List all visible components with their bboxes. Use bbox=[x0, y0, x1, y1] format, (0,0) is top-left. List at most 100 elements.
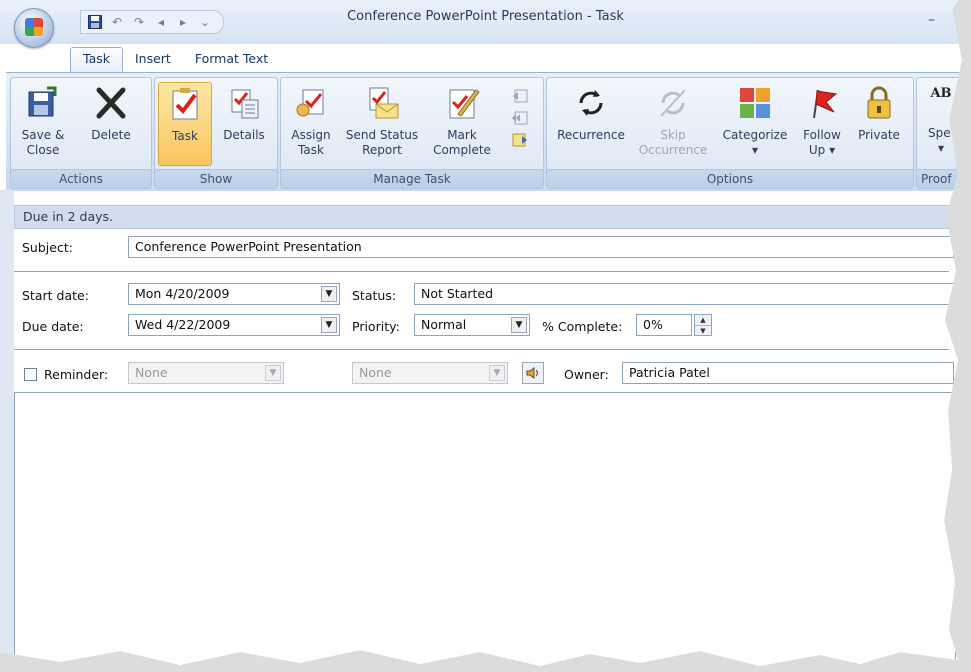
minimize-button[interactable]: – bbox=[928, 12, 944, 28]
flag-icon bbox=[813, 89, 838, 119]
group-proofing: AB Spel ▾ Proof bbox=[916, 77, 962, 189]
spin-up-icon[interactable]: ▲ bbox=[695, 315, 711, 326]
chevron-down-icon[interactable]: ▼ bbox=[321, 317, 337, 333]
spelling-icon: AB bbox=[930, 86, 952, 101]
tab-task[interactable]: Task bbox=[70, 47, 123, 72]
mark-complete-label-1: Mark bbox=[447, 128, 477, 142]
due-date-picker[interactable]: Wed 4/22/2009 ▼ bbox=[128, 314, 340, 336]
group-label-proofing: Proof bbox=[917, 169, 962, 188]
details-label: Details bbox=[223, 128, 265, 142]
due-date-value: Wed 4/22/2009 bbox=[135, 317, 231, 332]
form-separator bbox=[14, 271, 949, 272]
reply-icon[interactable] bbox=[511, 88, 529, 104]
delete-x-icon bbox=[96, 87, 126, 119]
details-button[interactable]: Details bbox=[217, 82, 271, 143]
status-label: Status: bbox=[352, 288, 397, 303]
subject-input[interactable]: Conference PowerPoint Presentation bbox=[128, 236, 954, 258]
speaker-icon bbox=[526, 367, 538, 379]
status-select[interactable]: Not Started bbox=[414, 283, 954, 305]
task-view-button[interactable]: Task bbox=[158, 82, 212, 166]
categorize-dropdown-glyph: ▾ bbox=[751, 143, 758, 157]
send-status-label-2: Report bbox=[362, 143, 402, 157]
percent-complete-spinner[interactable]: ▲ ▼ bbox=[694, 314, 712, 336]
mark-complete-icon bbox=[449, 89, 480, 119]
categorize-icon bbox=[740, 88, 770, 118]
reminder-date-picker[interactable]: None ▼ bbox=[128, 362, 284, 384]
owner-label: Owner: bbox=[564, 367, 609, 382]
window-title: Conference PowerPoint Presentation - Tas… bbox=[347, 9, 624, 24]
subject-label: Subject: bbox=[22, 240, 73, 255]
percent-complete-input[interactable]: 0% bbox=[636, 314, 692, 336]
task-view-label: Task bbox=[172, 129, 198, 143]
office-button[interactable] bbox=[14, 8, 54, 48]
assign-task-button[interactable]: Assign Task bbox=[285, 82, 337, 158]
ribbon-tabs: Task Insert Format Text bbox=[70, 44, 280, 72]
private-button[interactable]: Private bbox=[851, 82, 907, 143]
private-label: Private bbox=[858, 128, 900, 142]
priority-label: Priority: bbox=[352, 319, 400, 334]
delete-button[interactable]: Delete bbox=[83, 82, 139, 143]
recurrence-button[interactable]: Recurrence bbox=[551, 82, 631, 143]
group-options: Recurrence SkipOccurrence Categorize▾ bbox=[546, 77, 914, 189]
save-close-label-1: Save & bbox=[21, 128, 65, 142]
group-label-actions: Actions bbox=[11, 169, 151, 188]
save-close-icon bbox=[28, 86, 57, 117]
send-status-report-button[interactable]: Send Status Report bbox=[339, 82, 425, 158]
assign-label-2: Task bbox=[298, 143, 324, 157]
chevron-down-icon[interactable]: ▼ bbox=[321, 286, 337, 302]
window-frame-left bbox=[0, 190, 14, 666]
task-window: ↶ ↷ ◂ ▸ ⌄ Conference PowerPoint Presenta… bbox=[0, 0, 962, 666]
reminder-checkbox[interactable] bbox=[24, 368, 37, 381]
spelling-button[interactable]: AB Spel ▾ bbox=[919, 82, 962, 156]
save-close-button[interactable]: Save & Close bbox=[17, 82, 69, 158]
send-status-label-1: Send Status bbox=[345, 128, 419, 142]
ribbon: Save & Close Delete Actions Task Details… bbox=[6, 72, 962, 191]
spelling-label-1: Spel bbox=[928, 126, 954, 140]
tab-format-text[interactable]: Format Text bbox=[183, 48, 280, 72]
skip-label-1: Skip bbox=[660, 128, 686, 142]
mark-complete-button[interactable]: Mark Complete bbox=[429, 82, 495, 158]
owner-field[interactable]: Patricia Patel bbox=[622, 362, 954, 384]
skip-occurrence-button[interactable]: Skip Occurrence bbox=[633, 82, 713, 158]
recurrence-label: Recurrence bbox=[557, 128, 625, 142]
info-bar: Due in 2 days. bbox=[14, 205, 962, 229]
spelling-dropdown-glyph: ▾ bbox=[937, 141, 944, 155]
skip-occurrence-icon bbox=[660, 89, 686, 117]
office-logo-icon bbox=[25, 18, 43, 36]
assign-label-1: Assign bbox=[291, 128, 331, 142]
delete-label: Delete bbox=[91, 128, 131, 142]
title-bar: ↶ ↷ ◂ ▸ ⌄ Conference PowerPoint Presenta… bbox=[0, 0, 962, 44]
follow-up-label-1: Follow bbox=[803, 128, 841, 142]
reminder-sound-button[interactable] bbox=[522, 362, 544, 384]
tab-insert[interactable]: Insert bbox=[123, 48, 183, 72]
group-actions: Save & Close Delete Actions bbox=[10, 77, 152, 189]
details-icon bbox=[231, 89, 259, 119]
start-date-value: Mon 4/20/2009 bbox=[135, 286, 230, 301]
categorize-button[interactable]: Categorize ▾ bbox=[717, 82, 793, 158]
reply-all-icon[interactable] bbox=[511, 110, 529, 126]
chevron-down-icon[interactable]: ▼ bbox=[511, 317, 527, 333]
spin-down-icon[interactable]: ▼ bbox=[695, 326, 711, 336]
follow-up-button[interactable]: Follow Up ▾ bbox=[795, 82, 849, 158]
save-close-label-2: Close bbox=[26, 143, 60, 157]
start-date-label: Start date: bbox=[22, 288, 89, 303]
start-date-picker[interactable]: Mon 4/20/2009 ▼ bbox=[128, 283, 340, 305]
send-status-report-icon bbox=[369, 87, 399, 119]
group-label-show: Show bbox=[155, 169, 277, 188]
group-label-options: Options bbox=[547, 169, 913, 188]
recurrence-icon bbox=[579, 90, 603, 116]
form-separator bbox=[14, 349, 949, 350]
assign-task-icon bbox=[296, 89, 324, 117]
forward-icon[interactable] bbox=[511, 132, 529, 148]
reminder-time-picker[interactable]: None ▼ bbox=[352, 362, 508, 384]
task-checklist-icon bbox=[172, 88, 198, 120]
priority-select[interactable]: Normal ▼ bbox=[414, 314, 530, 336]
reminder-time-value: None bbox=[359, 365, 392, 380]
group-show: Task Details Show bbox=[154, 77, 278, 189]
reminder-label: Reminder: bbox=[44, 367, 109, 382]
reminder-date-value: None bbox=[135, 365, 168, 380]
task-notes-body[interactable] bbox=[14, 392, 956, 666]
chevron-down-icon[interactable]: ▼ bbox=[265, 365, 281, 381]
chevron-down-icon[interactable]: ▼ bbox=[489, 365, 505, 381]
lock-icon bbox=[867, 86, 891, 119]
